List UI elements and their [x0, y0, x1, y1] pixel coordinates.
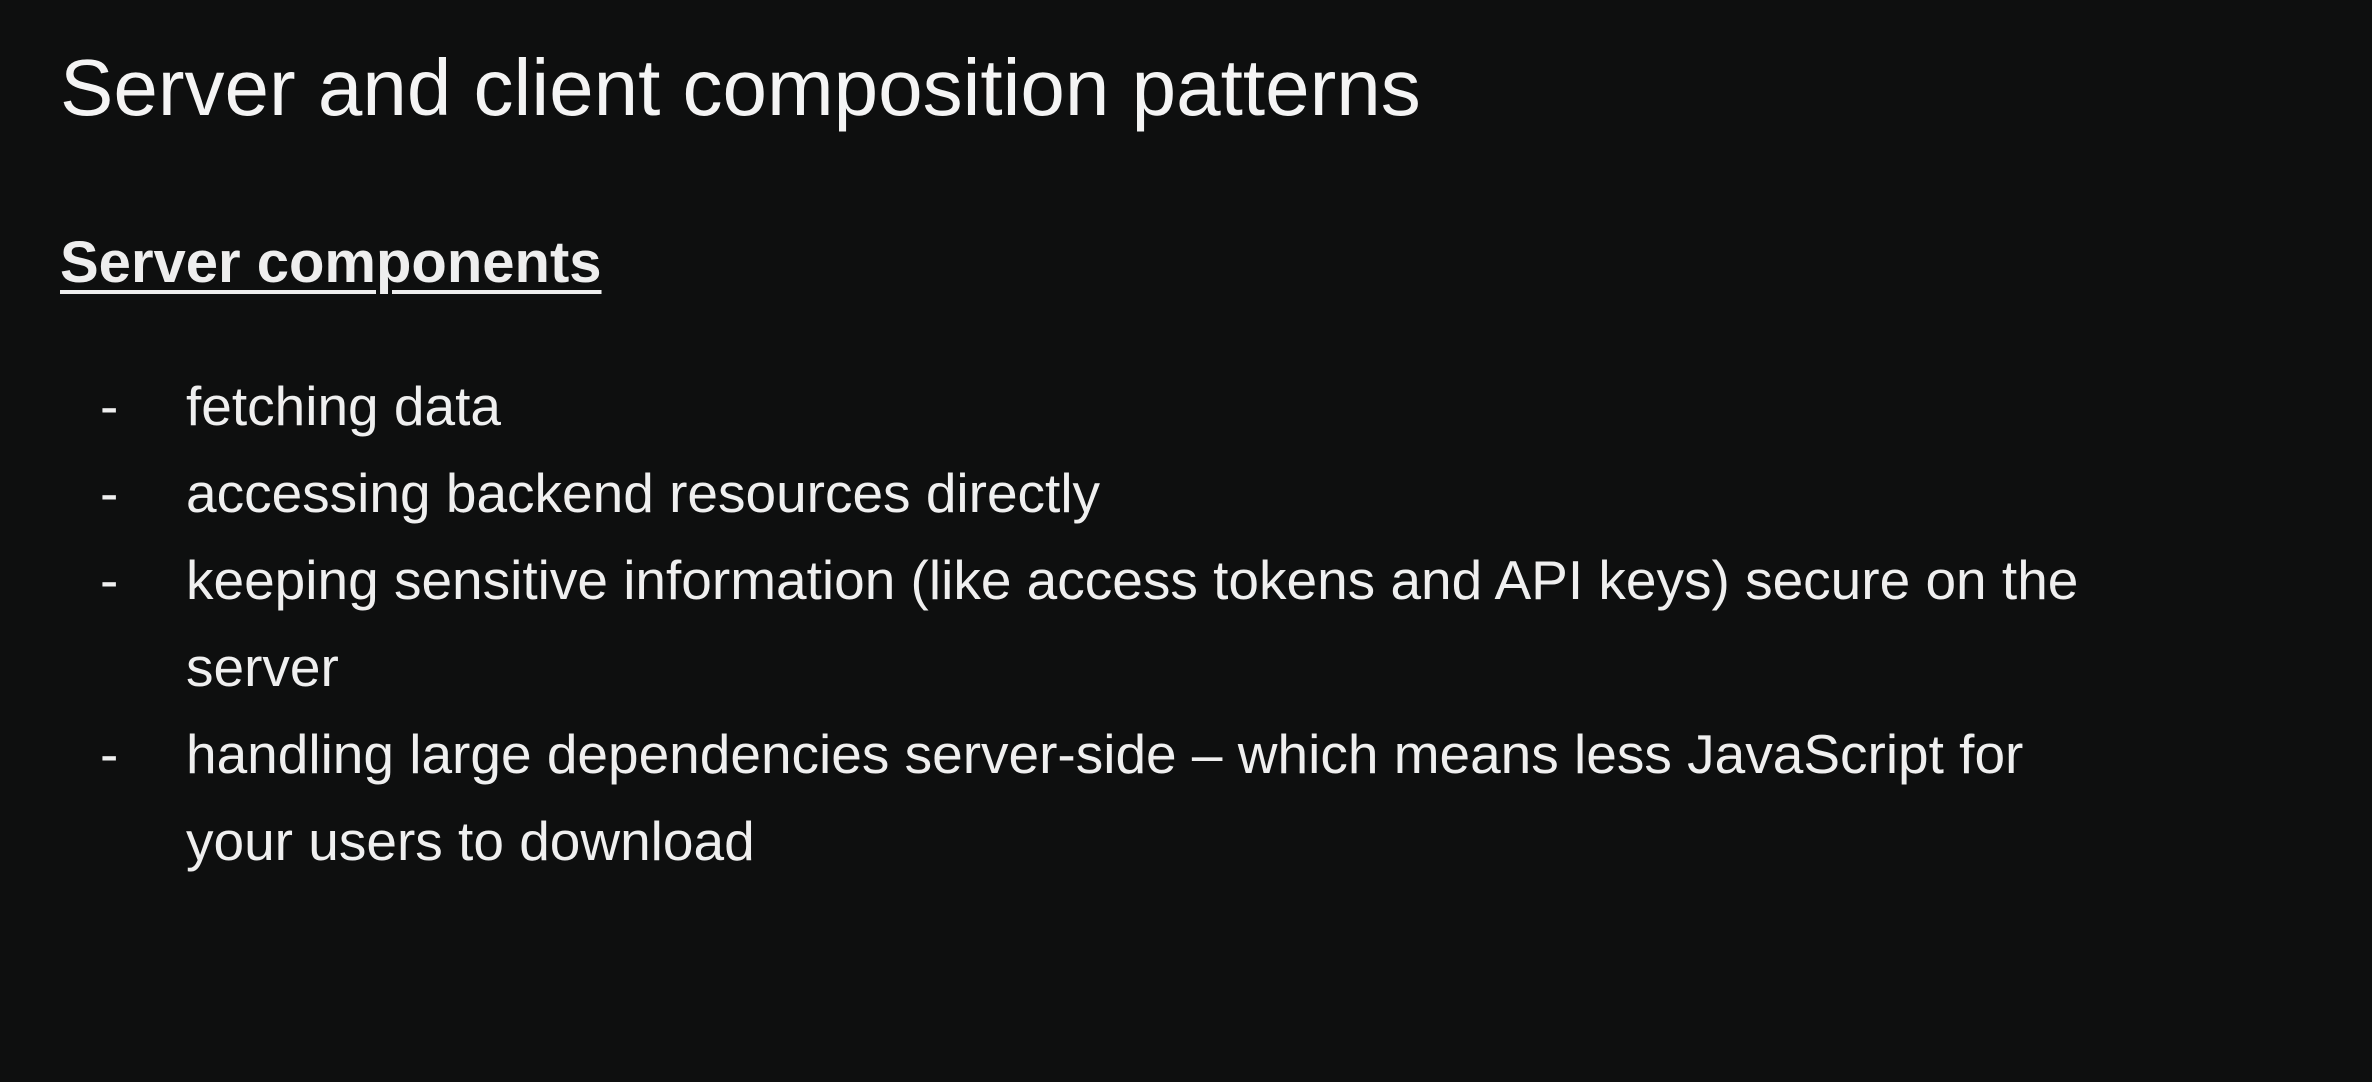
bullet-item: - keeping sensitive information (like ac…	[0, 537, 2372, 711]
bullet-list: - fetching data - accessing backend reso…	[0, 363, 2372, 885]
bullet-text-continuation: your users to download	[186, 810, 755, 872]
bullet-text: accessing backend resources directly	[186, 462, 1101, 524]
bullet-item: - handling large dependencies server-sid…	[0, 711, 2372, 885]
bullet-marker: -	[100, 375, 119, 437]
bullet-marker: -	[100, 462, 119, 524]
bullet-text-continuation: server	[186, 636, 339, 698]
bullet-text: fetching data	[186, 375, 501, 437]
slide: Server and client composition patterns S…	[0, 0, 2372, 1082]
bullet-text: handling large dependencies server-side …	[186, 723, 2024, 785]
bullet-marker: -	[100, 723, 119, 785]
bullet-item: - fetching data	[0, 363, 2372, 450]
bullet-marker: -	[100, 549, 119, 611]
bullet-text: keeping sensitive information (like acce…	[186, 549, 2079, 611]
slide-title: Server and client composition patterns	[60, 43, 1421, 132]
bullet-item: - accessing backend resources directly	[0, 450, 2372, 537]
section-heading: Server components	[60, 230, 602, 295]
